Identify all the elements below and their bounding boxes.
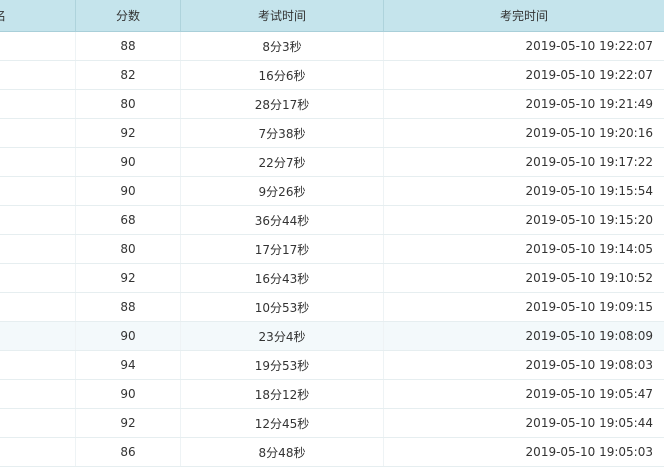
column-header-name-label: 名 [0,7,6,24]
column-header-duration-label: 考试时间 [257,9,306,23]
duration-cell: 22分7秒 [181,148,384,176]
duration-cell: 7分38秒 [181,119,384,147]
name-cell [0,177,76,205]
duration-cell: 16分6秒 [181,61,384,89]
column-header-score[interactable]: 分数 [76,0,181,31]
finished-time-cell: 2019-05-10 19:05:03 [525,445,653,459]
column-header-finished[interactable]: 考完时间 [384,0,664,31]
table-row[interactable]: 90 22分7秒 2019-05-10 19:17:22 [0,148,664,177]
finished-time-cell: 2019-05-10 19:08:03 [525,358,653,372]
duration-cell: 16分43秒 [181,264,384,292]
finished-time-cell: 2019-05-10 19:10:52 [525,271,653,285]
table-body: 88 8分3秒 2019-05-10 19:22:07 82 16分6秒 2019-05-… [0,32,664,467]
finished-time-cell: 2019-05-10 19:20:16 [525,126,653,140]
duration-cell: 18分12秒 [181,380,384,408]
finished-time-cell: 2019-05-10 19:17:22 [525,155,653,169]
finished-time-cell: 2019-05-10 19:22:07 [525,39,653,53]
score-cell: 82 [76,61,181,89]
table-row[interactable]: 88 10分53秒 2019-05-10 19:09:15 [0,293,664,322]
table-row[interactable]: 90 9分26秒 2019-05-10 19:15:54 [0,177,664,206]
name-cell [0,148,76,176]
score-cell: 86 [76,438,181,466]
name-cell [0,206,76,234]
name-cell [0,409,76,437]
table-row[interactable]: 94 19分53秒 2019-05-10 19:08:03 [0,351,664,380]
table-row[interactable]: 90 18分12秒 2019-05-10 19:05:47 [0,380,664,409]
score-cell: 90 [76,148,181,176]
table-row[interactable]: 80 28分17秒 2019-05-10 19:21:49 [0,90,664,119]
name-cell [0,322,76,350]
finished-time-cell: 2019-05-10 19:08:09 [525,329,653,343]
duration-cell: 8分48秒 [181,438,384,466]
score-cell: 92 [76,119,181,147]
duration-cell: 23分4秒 [181,322,384,350]
table-row[interactable]: 90 23分4秒 2019-05-10 19:08:09 [0,322,664,351]
score-cell: 90 [76,322,181,350]
table-row[interactable]: 92 12分45秒 2019-05-10 19:05:44 [0,409,664,438]
name-cell [0,61,76,89]
table-row[interactable]: 80 17分17秒 2019-05-10 19:14:05 [0,235,664,264]
finished-time-cell: 2019-05-10 19:21:49 [525,97,653,111]
finished-time-cell: 2019-05-10 19:05:44 [525,416,653,430]
table-header: 名 分数 考试时间 考完时间 [0,0,664,32]
table-row[interactable]: 82 16分6秒 2019-05-10 19:22:07 [0,61,664,90]
name-cell [0,293,76,321]
duration-cell: 8分3秒 [181,32,384,60]
name-cell [0,32,76,60]
finished-time-cell: 2019-05-10 19:09:15 [525,300,653,314]
name-cell [0,264,76,292]
table-row[interactable]: 86 8分48秒 2019-05-10 19:05:03 [0,438,664,467]
score-cell: 90 [76,177,181,205]
name-cell [0,119,76,147]
finished-time-cell: 2019-05-10 19:22:07 [525,68,653,82]
finished-time-cell: 2019-05-10 19:15:20 [525,213,653,227]
score-cell: 94 [76,351,181,379]
duration-cell: 28分17秒 [181,90,384,118]
score-cell: 92 [76,264,181,292]
name-cell [0,90,76,118]
duration-cell: 10分53秒 [181,293,384,321]
duration-cell: 19分53秒 [181,351,384,379]
table-row[interactable]: 92 7分38秒 2019-05-10 19:20:16 [0,119,664,148]
score-cell: 68 [76,206,181,234]
finished-time-cell: 2019-05-10 19:14:05 [525,242,653,256]
name-cell [0,235,76,263]
column-header-duration[interactable]: 考试时间 [181,0,384,31]
score-cell: 80 [76,90,181,118]
column-header-name[interactable]: 名 [0,0,76,31]
table-row[interactable]: 92 16分43秒 2019-05-10 19:10:52 [0,264,664,293]
duration-cell: 9分26秒 [181,177,384,205]
finished-time-cell: 2019-05-10 19:15:54 [525,184,653,198]
table-row[interactable]: 88 8分3秒 2019-05-10 19:22:07 [0,32,664,61]
column-header-score-label: 分数 [115,9,140,23]
score-cell: 88 [76,32,181,60]
results-table: 名 分数 考试时间 考完时间 888分3秒2019-05-10 19:22:07… [0,0,664,469]
score-cell: 88 [76,293,181,321]
duration-cell: 17分17秒 [181,235,384,263]
name-cell [0,380,76,408]
score-cell: 80 [76,235,181,263]
table-row[interactable]: 68 36分44秒 2019-05-10 19:15:20 [0,206,664,235]
name-cell [0,351,76,379]
duration-cell: 12分45秒 [181,409,384,437]
score-cell: 92 [76,409,181,437]
name-cell [0,438,76,466]
finished-time-cell: 2019-05-10 19:05:47 [525,387,653,401]
duration-cell: 36分44秒 [181,206,384,234]
column-header-finished-label: 考完时间 [499,9,548,23]
score-cell: 90 [76,380,181,408]
